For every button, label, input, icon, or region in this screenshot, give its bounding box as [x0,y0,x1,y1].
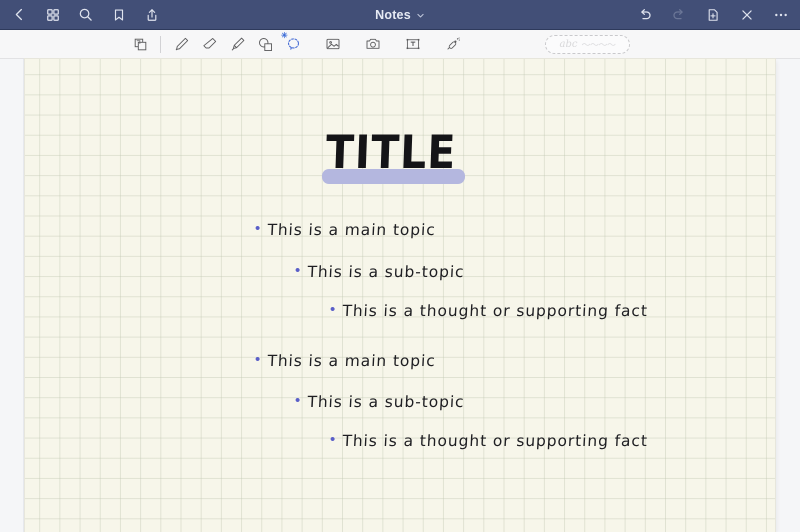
note-text: This is a sub-topic [307,263,466,281]
note-canvas-area[interactable]: TITLE • This is a main topic • This is a… [0,59,800,532]
search-icon[interactable] [76,5,95,24]
bullet-icon: • [295,392,301,409]
document-title[interactable]: Notes [375,8,411,22]
grid-view-icon[interactable] [43,5,62,24]
note-text: This is a sub-topic [307,393,466,411]
image-tool[interactable] [319,31,347,57]
bullet-icon: • [255,351,261,368]
undo-icon[interactable] [635,5,654,24]
text-box-tool[interactable] [399,31,427,57]
search-pill-abc-label: abc [559,39,578,50]
shape-tool[interactable] [251,31,279,57]
back-icon[interactable] [10,5,29,24]
chevron-down-icon[interactable] [416,11,425,20]
ai-sparkle-icon: ✳ [281,31,288,40]
handwriting-search-pill[interactable]: abc 〜〜〜〜 [545,35,630,54]
add-page-icon[interactable] [703,5,722,24]
lasso-select-tool[interactable]: ✳ [279,31,307,57]
share-icon[interactable] [142,5,161,24]
bullet-icon: • [330,301,336,318]
note-bullet-line: • This is a thought or supporting fact [330,431,649,450]
sticker-tool[interactable] [439,31,467,57]
note-bullet-line: • This is a main topic [255,220,437,239]
bookmark-icon[interactable] [109,5,128,24]
notes-app-window: Notes ✳ abc 〜〜〜〜 TITLE • This is a main … [0,0,800,532]
more-icon[interactable] [771,5,790,24]
highlighter-tool[interactable] [223,31,251,57]
note-text: This is a main topic [267,221,437,239]
page-title: TITLE [325,125,458,179]
navbar-right-group [635,5,800,24]
note-text: This is a thought or supporting fact [342,302,649,320]
bullet-icon: • [330,431,336,448]
toolbar-divider [160,35,161,53]
search-pill-wave-icon: 〜〜〜〜 [581,40,616,50]
note-text: This is a main topic [267,352,437,370]
grid-paper-page[interactable]: TITLE • This is a main topic • This is a… [25,59,775,532]
close-icon[interactable] [737,5,756,24]
note-bullet-line: • This is a sub-topic [295,392,466,411]
drawing-toolbar: ✳ abc 〜〜〜〜 [0,30,800,59]
pen-tool[interactable] [167,31,195,57]
page-title-group: TITLE [322,125,465,184]
layers-tool[interactable] [126,31,154,57]
navbar-left-group [0,5,161,24]
eraser-tool[interactable] [195,31,223,57]
note-bullet-line: • This is a thought or supporting fact [330,301,649,320]
redo-icon[interactable] [669,5,688,24]
top-navigation-bar: Notes [0,0,800,30]
note-text: This is a thought or supporting fact [342,432,649,450]
bullet-icon: • [255,220,261,237]
note-bullet-line: • This is a sub-topic [295,262,466,281]
bullet-icon: • [295,262,301,279]
camera-tool[interactable] [359,31,387,57]
note-bullet-line: • This is a main topic [255,351,437,370]
